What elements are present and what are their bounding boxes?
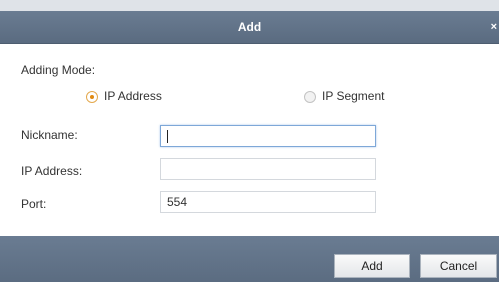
- nickname-input[interactable]: [160, 125, 376, 147]
- radio-ip-address-label[interactable]: IP Address: [104, 89, 162, 103]
- port-input[interactable]: 554: [160, 191, 376, 213]
- window-top-strip: [0, 0, 499, 11]
- radio-unselected-icon[interactable]: [304, 91, 316, 103]
- radio-selected-icon[interactable]: [86, 91, 98, 103]
- radio-ip-segment-label[interactable]: IP Segment: [322, 89, 384, 103]
- port-label: Port:: [21, 197, 47, 211]
- cancel-button[interactable]: Cancel: [420, 254, 497, 278]
- dialog-title-bar[interactable]: Add ×: [0, 11, 499, 44]
- port-value: 554: [167, 195, 188, 209]
- ip-address-label: IP Address:: [21, 164, 83, 178]
- adding-mode-label: Adding Mode:: [21, 63, 96, 77]
- text-caret: [167, 130, 168, 143]
- add-button[interactable]: Add: [334, 254, 410, 278]
- dialog-footer: Add Cancel: [0, 236, 499, 282]
- add-device-dialog: Add × Adding Mode: IP Address IP Segment…: [0, 0, 499, 282]
- nickname-label: Nickname:: [21, 128, 78, 142]
- dialog-body: Adding Mode: IP Address IP Segment Nickn…: [0, 44, 499, 236]
- close-icon[interactable]: ×: [491, 11, 497, 43]
- ip-address-input[interactable]: [160, 158, 376, 180]
- dialog-title: Add: [237, 20, 262, 34]
